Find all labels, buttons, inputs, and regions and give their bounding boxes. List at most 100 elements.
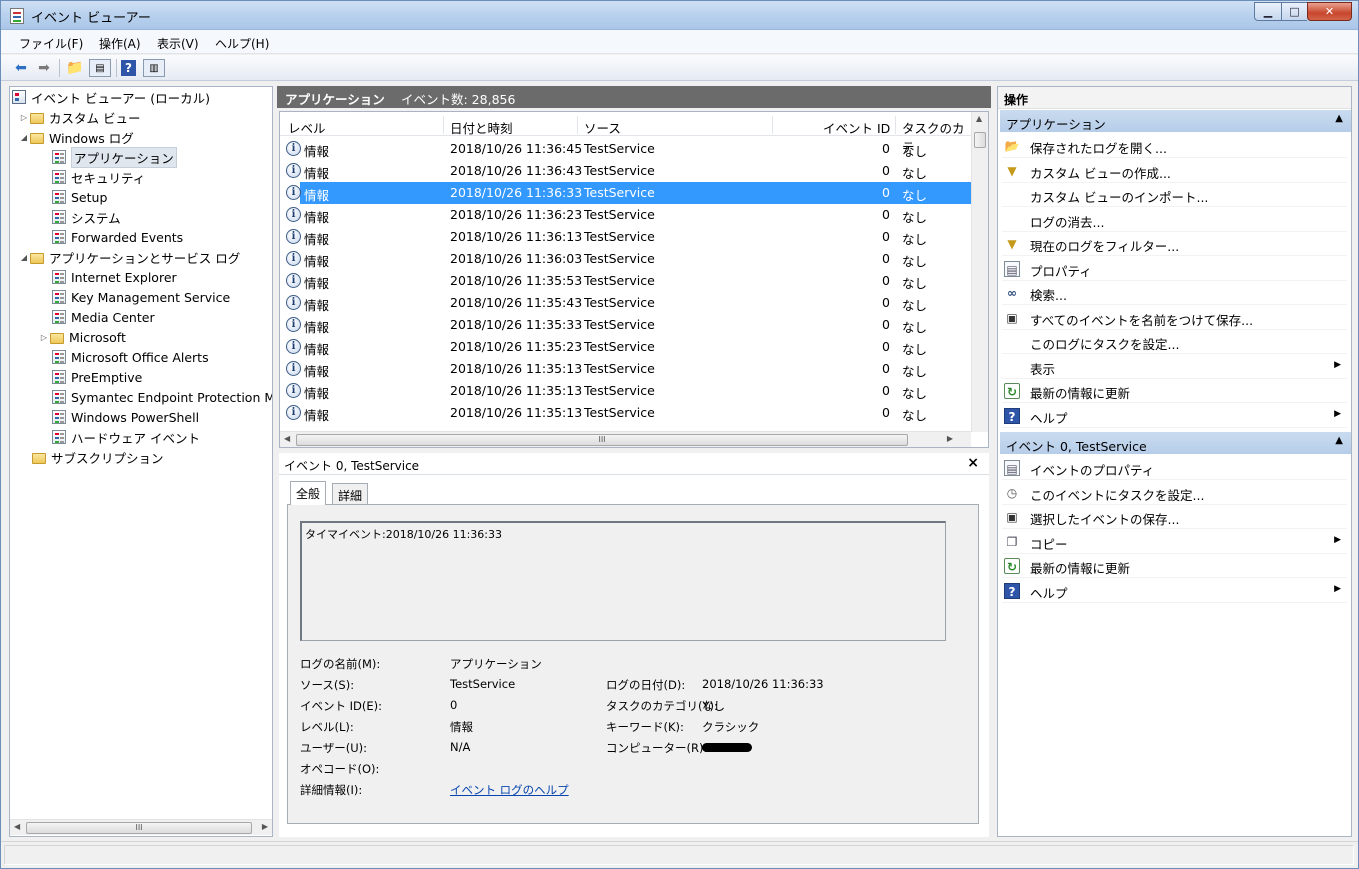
tree-item-security[interactable]: セキュリティ — [52, 168, 145, 186]
column-event-id[interactable]: イベント ID — [823, 118, 890, 137]
show-hide-action-pane-icon[interactable]: ▥ — [143, 59, 165, 77]
action-item[interactable]: ◷ このイベントにタスクを設定... — [1002, 481, 1347, 505]
tree-item-microsoft[interactable]: ▷ Microsoft — [38, 328, 126, 346]
table-row[interactable]: i 情報 2018/10/26 11:36:43 TestService 0 なし — [280, 160, 973, 182]
action-item[interactable]: ▣ すべてのイベントを名前をつけて保存... — [1002, 306, 1347, 330]
event-log-icon — [52, 350, 66, 364]
tree-item-powershell[interactable]: Windows PowerShell — [52, 408, 199, 426]
action-item[interactable]: ? ヘルプ ▶ — [1002, 579, 1347, 603]
column-level[interactable]: レベル — [288, 118, 326, 137]
menu-view[interactable]: 表示(V) — [157, 35, 199, 52]
minimize-button[interactable]: ▁ — [1254, 2, 1281, 21]
tree-item-setup[interactable]: Setup — [52, 188, 107, 206]
filter-icon: ▼ — [1007, 237, 1017, 251]
column-datetime[interactable]: 日付と時刻 — [450, 118, 513, 137]
action-item[interactable]: ↻ 最新の情報に更新 — [1002, 554, 1347, 578]
show-hide-tree-icon[interactable]: ▤ — [89, 59, 111, 77]
action-item[interactable]: ❐ コピー ▶ — [1002, 530, 1347, 554]
maximize-button[interactable]: □ — [1281, 2, 1307, 21]
action-item[interactable]: ▤ イベントのプロパティ — [1002, 456, 1347, 480]
back-arrow-icon[interactable]: ⬅ — [12, 59, 30, 77]
collapse-caret-icon[interactable]: ▲ — [1335, 435, 1343, 446]
action-item[interactable]: ▣ 選択したイベントの保存... — [1002, 505, 1347, 529]
scroll-left-icon[interactable]: ◀ — [284, 434, 290, 443]
up-folder-icon[interactable]: 📁 — [66, 59, 84, 77]
table-row[interactable]: i 情報 2018/10/26 11:35:53 TestService 0 なし — [280, 270, 973, 292]
action-item[interactable]: ∞ 検索... — [1002, 281, 1347, 305]
tree-custom-views[interactable]: ▷ カスタム ビュー — [18, 108, 141, 126]
collapse-caret-icon[interactable]: ▲ — [1335, 113, 1343, 124]
help-icon[interactable]: ? — [121, 60, 136, 76]
tree-horizontal-scrollbar[interactable]: ◀ III ▶ — [10, 819, 272, 835]
scroll-right-icon[interactable]: ▶ — [262, 822, 268, 831]
table-row[interactable]: i 情報 2018/10/26 11:35:13 TestService 0 なし — [280, 358, 973, 380]
cell-task-category: なし — [902, 408, 928, 423]
tree-item-forwarded-events[interactable]: Forwarded Events — [52, 228, 183, 246]
tree-item-system[interactable]: システム — [52, 208, 121, 226]
table-row[interactable]: i 情報 2018/10/26 11:36:03 TestService 0 なし — [280, 248, 973, 270]
tree-item-preemptive[interactable]: PreEmptive — [52, 368, 142, 386]
event-list-horizontal-scrollbar[interactable]: ◀ III ▶ — [280, 431, 971, 447]
tree-subscriptions[interactable]: サブスクリプション — [32, 448, 164, 466]
tree-item-internet-explorer[interactable]: Internet Explorer — [52, 268, 177, 286]
scrollbar-thumb[interactable]: III — [296, 434, 908, 446]
event-log-help-link[interactable]: イベント ログのヘルプ — [450, 782, 569, 798]
action-item-label: 最新の情報に更新 — [1030, 386, 1131, 401]
tree-app-service-logs[interactable]: ◢ アプリケーションとサービス ログ — [18, 248, 240, 266]
column-source[interactable]: ソース — [584, 118, 621, 137]
action-item[interactable]: カスタム ビューのインポート... — [1002, 183, 1347, 207]
table-row[interactable]: i 情報 2018/10/26 11:36:13 TestService 0 なし — [280, 226, 973, 248]
table-row[interactable]: i 情報 2018/10/26 11:35:43 TestService 0 なし — [280, 292, 973, 314]
cell-datetime: 2018/10/26 11:35:13 — [450, 405, 583, 420]
table-row[interactable]: i 情報 2018/10/26 11:35:13 TestService 0 なし — [280, 402, 973, 424]
tree-item-hardware-events[interactable]: ハードウェア イベント — [52, 428, 200, 446]
information-icon: i — [286, 339, 301, 354]
tree-root[interactable]: イベント ビューアー (ローカル) — [12, 88, 210, 106]
section-selected-event-label: イベント 0, TestService — [1006, 439, 1147, 454]
menu-action[interactable]: 操作(A) — [99, 35, 141, 52]
scrollbar-thumb[interactable] — [974, 132, 986, 148]
cell-task-category: なし — [902, 320, 928, 335]
table-row[interactable]: i 情報 2018/10/26 11:36:45 TestService 0 なし — [280, 138, 973, 160]
tree-windows-logs[interactable]: ◢ Windows ログ — [18, 128, 134, 146]
close-detail-icon[interactable]: × — [967, 455, 979, 471]
scroll-left-icon[interactable]: ◀ — [14, 822, 20, 831]
action-item[interactable]: ? ヘルプ ▶ — [1002, 404, 1347, 428]
tab-general[interactable]: 全般 — [290, 481, 327, 505]
menu-help[interactable]: ヘルプ(H) — [215, 35, 269, 52]
collapse-arrow-icon[interactable]: ◢ — [18, 133, 30, 142]
expand-arrow-icon[interactable]: ▷ — [18, 113, 30, 122]
menu-file[interactable]: ファイル(F) — [19, 35, 83, 52]
table-row[interactable]: i 情報 2018/10/26 11:35:13 TestService 0 なし — [280, 380, 973, 402]
action-item[interactable]: ▤ プロパティ — [1002, 257, 1347, 281]
action-item[interactable]: ▼ 現在のログをフィルター... — [1002, 232, 1347, 256]
action-item[interactable]: このログにタスクを設定... — [1002, 330, 1347, 354]
scrollbar-thumb[interactable]: III — [26, 822, 252, 834]
tree-item-media-center[interactable]: Media Center — [52, 308, 155, 326]
action-item[interactable]: ↻ 最新の情報に更新 — [1002, 379, 1347, 403]
collapse-arrow-icon[interactable]: ◢ — [18, 253, 30, 262]
tab-details[interactable]: 詳細 — [332, 483, 369, 505]
event-description[interactable]: タイマイベント:2018/10/26 11:36:33 — [300, 521, 946, 641]
table-row[interactable]: i 情報 2018/10/26 11:36:23 TestService 0 なし — [280, 204, 973, 226]
expand-arrow-icon[interactable]: ▷ — [38, 333, 50, 342]
event-list-vertical-scrollbar[interactable]: ▲ — [971, 112, 988, 432]
table-row[interactable]: i 情報 2018/10/26 11:35:33 TestService 0 なし — [280, 314, 973, 336]
tree-item-office-alerts[interactable]: Microsoft Office Alerts — [52, 348, 209, 366]
table-row[interactable]: i 情報 2018/10/26 11:36:33 TestService 0 なし — [280, 182, 973, 204]
section-selected-event[interactable]: イベント 0, TestService ▲ — [1000, 432, 1351, 454]
action-item[interactable]: 表示 ▶ — [1002, 355, 1347, 379]
scroll-up-icon[interactable]: ▲ — [976, 114, 982, 123]
table-row[interactable]: i 情報 2018/10/26 11:35:23 TestService 0 なし — [280, 336, 973, 358]
section-application[interactable]: アプリケーション ▲ — [1000, 110, 1351, 132]
action-item[interactable]: ▼ カスタム ビューの作成... — [1002, 159, 1347, 183]
forward-arrow-icon[interactable]: ➡ — [35, 59, 53, 77]
close-button[interactable]: ✕ — [1307, 2, 1352, 21]
tree-item-key-management-service[interactable]: Key Management Service — [52, 288, 230, 306]
cell-datetime: 2018/10/26 11:36:23 — [450, 207, 583, 222]
tree-item-application[interactable]: アプリケーション — [52, 146, 177, 168]
action-item[interactable]: ログの消去... — [1002, 208, 1347, 232]
scroll-right-icon[interactable]: ▶ — [947, 434, 953, 443]
tree-item-symantec[interactable]: Symantec Endpoint Protection Ma — [52, 388, 272, 406]
action-item[interactable]: 📂 保存されたログを開く... — [1002, 134, 1347, 158]
